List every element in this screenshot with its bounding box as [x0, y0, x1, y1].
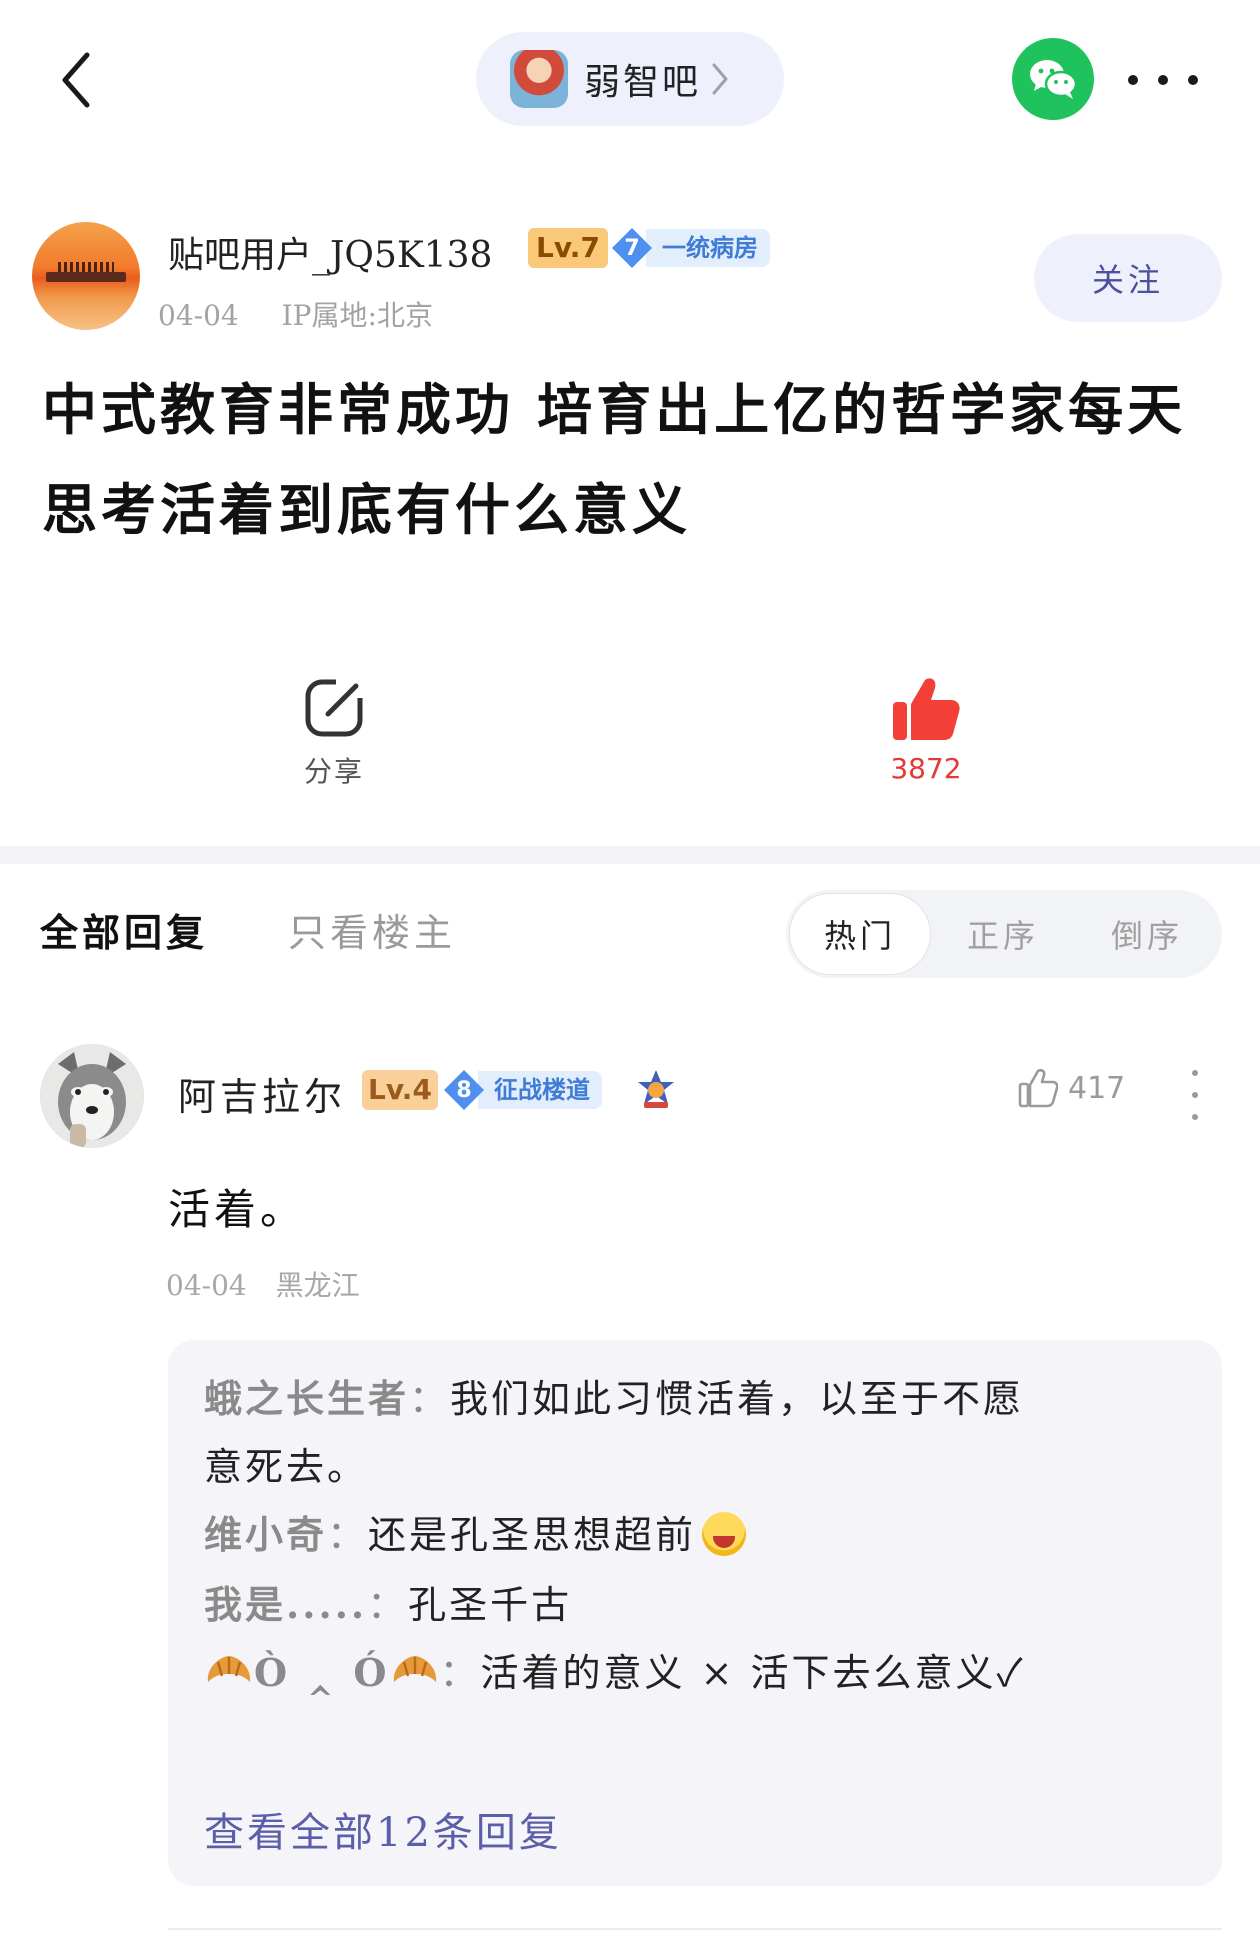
sub-reply-text: 活着的意义 × 活下去么意义✓: [480, 1651, 1026, 1695]
comment-more-button[interactable]: [1188, 1070, 1202, 1120]
sub-reply: 我是.....：孔圣千古: [204, 1582, 573, 1627]
sub-reply-continuation: 意死去。: [204, 1436, 368, 1491]
thumbs-up-outline-icon: [1018, 1068, 1058, 1108]
author-group-level: 7: [624, 235, 640, 261]
sort-hot-button[interactable]: 热门: [790, 894, 930, 974]
avatar-horizon: [46, 272, 126, 282]
post-date: 04-04: [158, 299, 239, 332]
forum-avatar: [510, 50, 568, 108]
author-avatar[interactable]: [32, 222, 140, 330]
more-dot-icon: [1188, 75, 1198, 85]
comment-text: 活着。: [168, 1185, 307, 1234]
post-ip-location: IP属地:北京: [281, 299, 433, 332]
sort-toggle: 热门 正序 倒序: [786, 890, 1222, 978]
husky-avatar-image: [40, 1044, 144, 1148]
bottom-divider: [168, 1928, 1222, 1930]
comment-like-button[interactable]: 417: [1018, 1068, 1125, 1108]
laughing-face-icon: [702, 1512, 747, 1556]
share-icon: [305, 676, 366, 737]
commenter-group-level: 8: [456, 1077, 472, 1103]
share-action[interactable]: 分享: [254, 676, 414, 790]
sub-reply: 蛾之长生者：我们如此习惯活着，以至于不愿: [204, 1376, 1025, 1421]
share-label: 分享: [303, 755, 364, 788]
wechat-share-button[interactable]: [1012, 38, 1094, 120]
like-count: 3872: [890, 752, 962, 785]
sub-reply: Ò ‸ Ó ：活着的意义 × 活下去么意义✓: [204, 1642, 1026, 1697]
author-name[interactable]: 贴吧用户_JQ5K138: [168, 226, 492, 278]
tab-op-only[interactable]: 只看楼主: [288, 902, 456, 957]
comment-date: 04-04: [166, 1269, 247, 1302]
more-dot-icon: [1158, 75, 1168, 85]
tab-all-replies[interactable]: 全部回复: [40, 902, 208, 957]
sub-reply-text: 我们如此习惯活着，以至于不愿: [450, 1377, 1025, 1421]
chevron-right-icon: [712, 63, 728, 95]
section-divider: [0, 846, 1260, 864]
commenter-group-name: 征战楼道: [478, 1071, 602, 1109]
back-button[interactable]: [48, 44, 104, 116]
view-all-replies-link[interactable]: 查看全部12条回复: [204, 1800, 562, 1858]
croissant-icon: [393, 1656, 436, 1682]
commenter-level-badge: Lv.4: [362, 1070, 438, 1110]
sort-descending-button[interactable]: 倒序: [1076, 894, 1218, 974]
follow-button[interactable]: 关注: [1034, 234, 1222, 322]
sub-reply-text: 意死去。: [204, 1445, 369, 1489]
sub-reply-author[interactable]: 我是.....: [204, 1582, 367, 1627]
forum-link[interactable]: 弱智吧: [476, 32, 784, 126]
commenter-group-badge[interactable]: 8 征战楼道: [442, 1068, 602, 1112]
top-bar: 弱智吧: [0, 0, 1260, 160]
sub-reply-author[interactable]: 维小奇: [204, 1512, 327, 1557]
post-meta: 04-04 IP属地:北京: [158, 294, 433, 334]
more-dot-icon: [1192, 1114, 1198, 1120]
more-dot-icon: [1192, 1092, 1198, 1098]
commenter-avatar[interactable]: [40, 1044, 144, 1148]
comment-location: 黑龙江: [275, 1269, 360, 1302]
medal-badge-icon: [638, 1070, 674, 1108]
sub-reply-author[interactable]: 蛾之长生者: [204, 1376, 409, 1421]
comment-like-count: 417: [1068, 1070, 1126, 1106]
forum-name: 弱智吧: [584, 62, 702, 103]
more-dot-icon: [1128, 75, 1138, 85]
commenter-name[interactable]: 阿吉拉尔: [178, 1066, 346, 1121]
croissant-icon: [207, 1656, 251, 1682]
diamond-icon: 7: [610, 226, 654, 270]
author-group-badge[interactable]: 7 一统病房: [610, 226, 770, 270]
more-dot-icon: [1192, 1070, 1198, 1076]
sort-ascending-button[interactable]: 正序: [930, 894, 1076, 974]
diamond-icon: 8: [442, 1068, 486, 1112]
chevron-left-icon: [62, 52, 90, 108]
author-group-name: 一统病房: [646, 229, 770, 267]
sub-reply-text: 孔圣千古: [408, 1583, 573, 1627]
more-options-button[interactable]: [1128, 60, 1198, 100]
like-action[interactable]: 3872: [846, 676, 1006, 785]
thumbs-up-filled-icon: [893, 678, 960, 740]
sub-reply-author[interactable]: Ò ‸ Ó: [254, 1650, 390, 1695]
sub-replies-box[interactable]: 蛾之长生者：我们如此习惯活着，以至于不愿 意死去。 维小奇：还是孔圣思想超前 我…: [168, 1340, 1222, 1886]
sub-reply: 维小奇：还是孔圣思想超前: [204, 1504, 747, 1559]
sub-reply-text: 还是孔圣思想超前: [368, 1513, 697, 1557]
comment-meta: 04-04 黑龙江: [166, 1264, 360, 1304]
author-level-badge: Lv.7: [528, 228, 608, 268]
post-title: 中式教育非常成功 培育出上亿的哲学家每天思考活着到底有什么意义: [42, 377, 1187, 542]
wechat-icon: [1030, 60, 1078, 99]
